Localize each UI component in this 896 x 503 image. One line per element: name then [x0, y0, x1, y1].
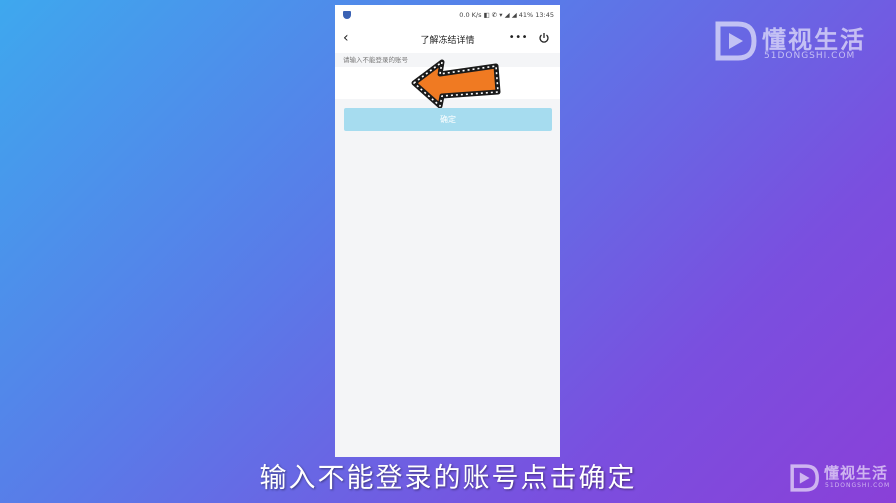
account-field-label: 请输入不能登录的账号: [343, 56, 408, 64]
nav-bar: ‹ 了解冻结详情 •••: [335, 25, 560, 53]
watermark-logo-icon: [715, 21, 757, 61]
watermark-bottom: 懂视生活 51DONGSHI.COM: [788, 462, 892, 498]
watermark-top: 懂视生活 51DONGSHI.COM: [712, 18, 882, 68]
watermark-subtitle: 51DONGSHI.COM: [825, 482, 891, 489]
watermark-logo-icon: [790, 464, 819, 492]
shield-icon: [343, 11, 351, 19]
watermark-title: 懂视生活: [762, 26, 866, 54]
back-chevron-icon[interactable]: ‹: [343, 30, 357, 46]
watermark-title: 懂视生活: [824, 464, 889, 482]
more-dots-icon[interactable]: •••: [509, 32, 528, 43]
status-bar-text: 0.0 K/s ◧ ✆ ▾ ◢ ◢ 41% 13:45: [459, 11, 554, 19]
power-icon[interactable]: [538, 32, 550, 44]
page-title: 了解冻结详情: [420, 36, 475, 46]
status-bar: 0.0 K/s ◧ ✆ ▾ ◢ ◢ 41% 13:45: [335, 5, 560, 25]
watermark-subtitle: 51DONGSHI.COM: [764, 51, 856, 61]
confirm-button[interactable]: 确定: [344, 108, 552, 131]
video-subtitle: 输入不能登录的账号点击确定: [259, 463, 637, 494]
pointer-arrow-icon: [411, 59, 501, 108]
